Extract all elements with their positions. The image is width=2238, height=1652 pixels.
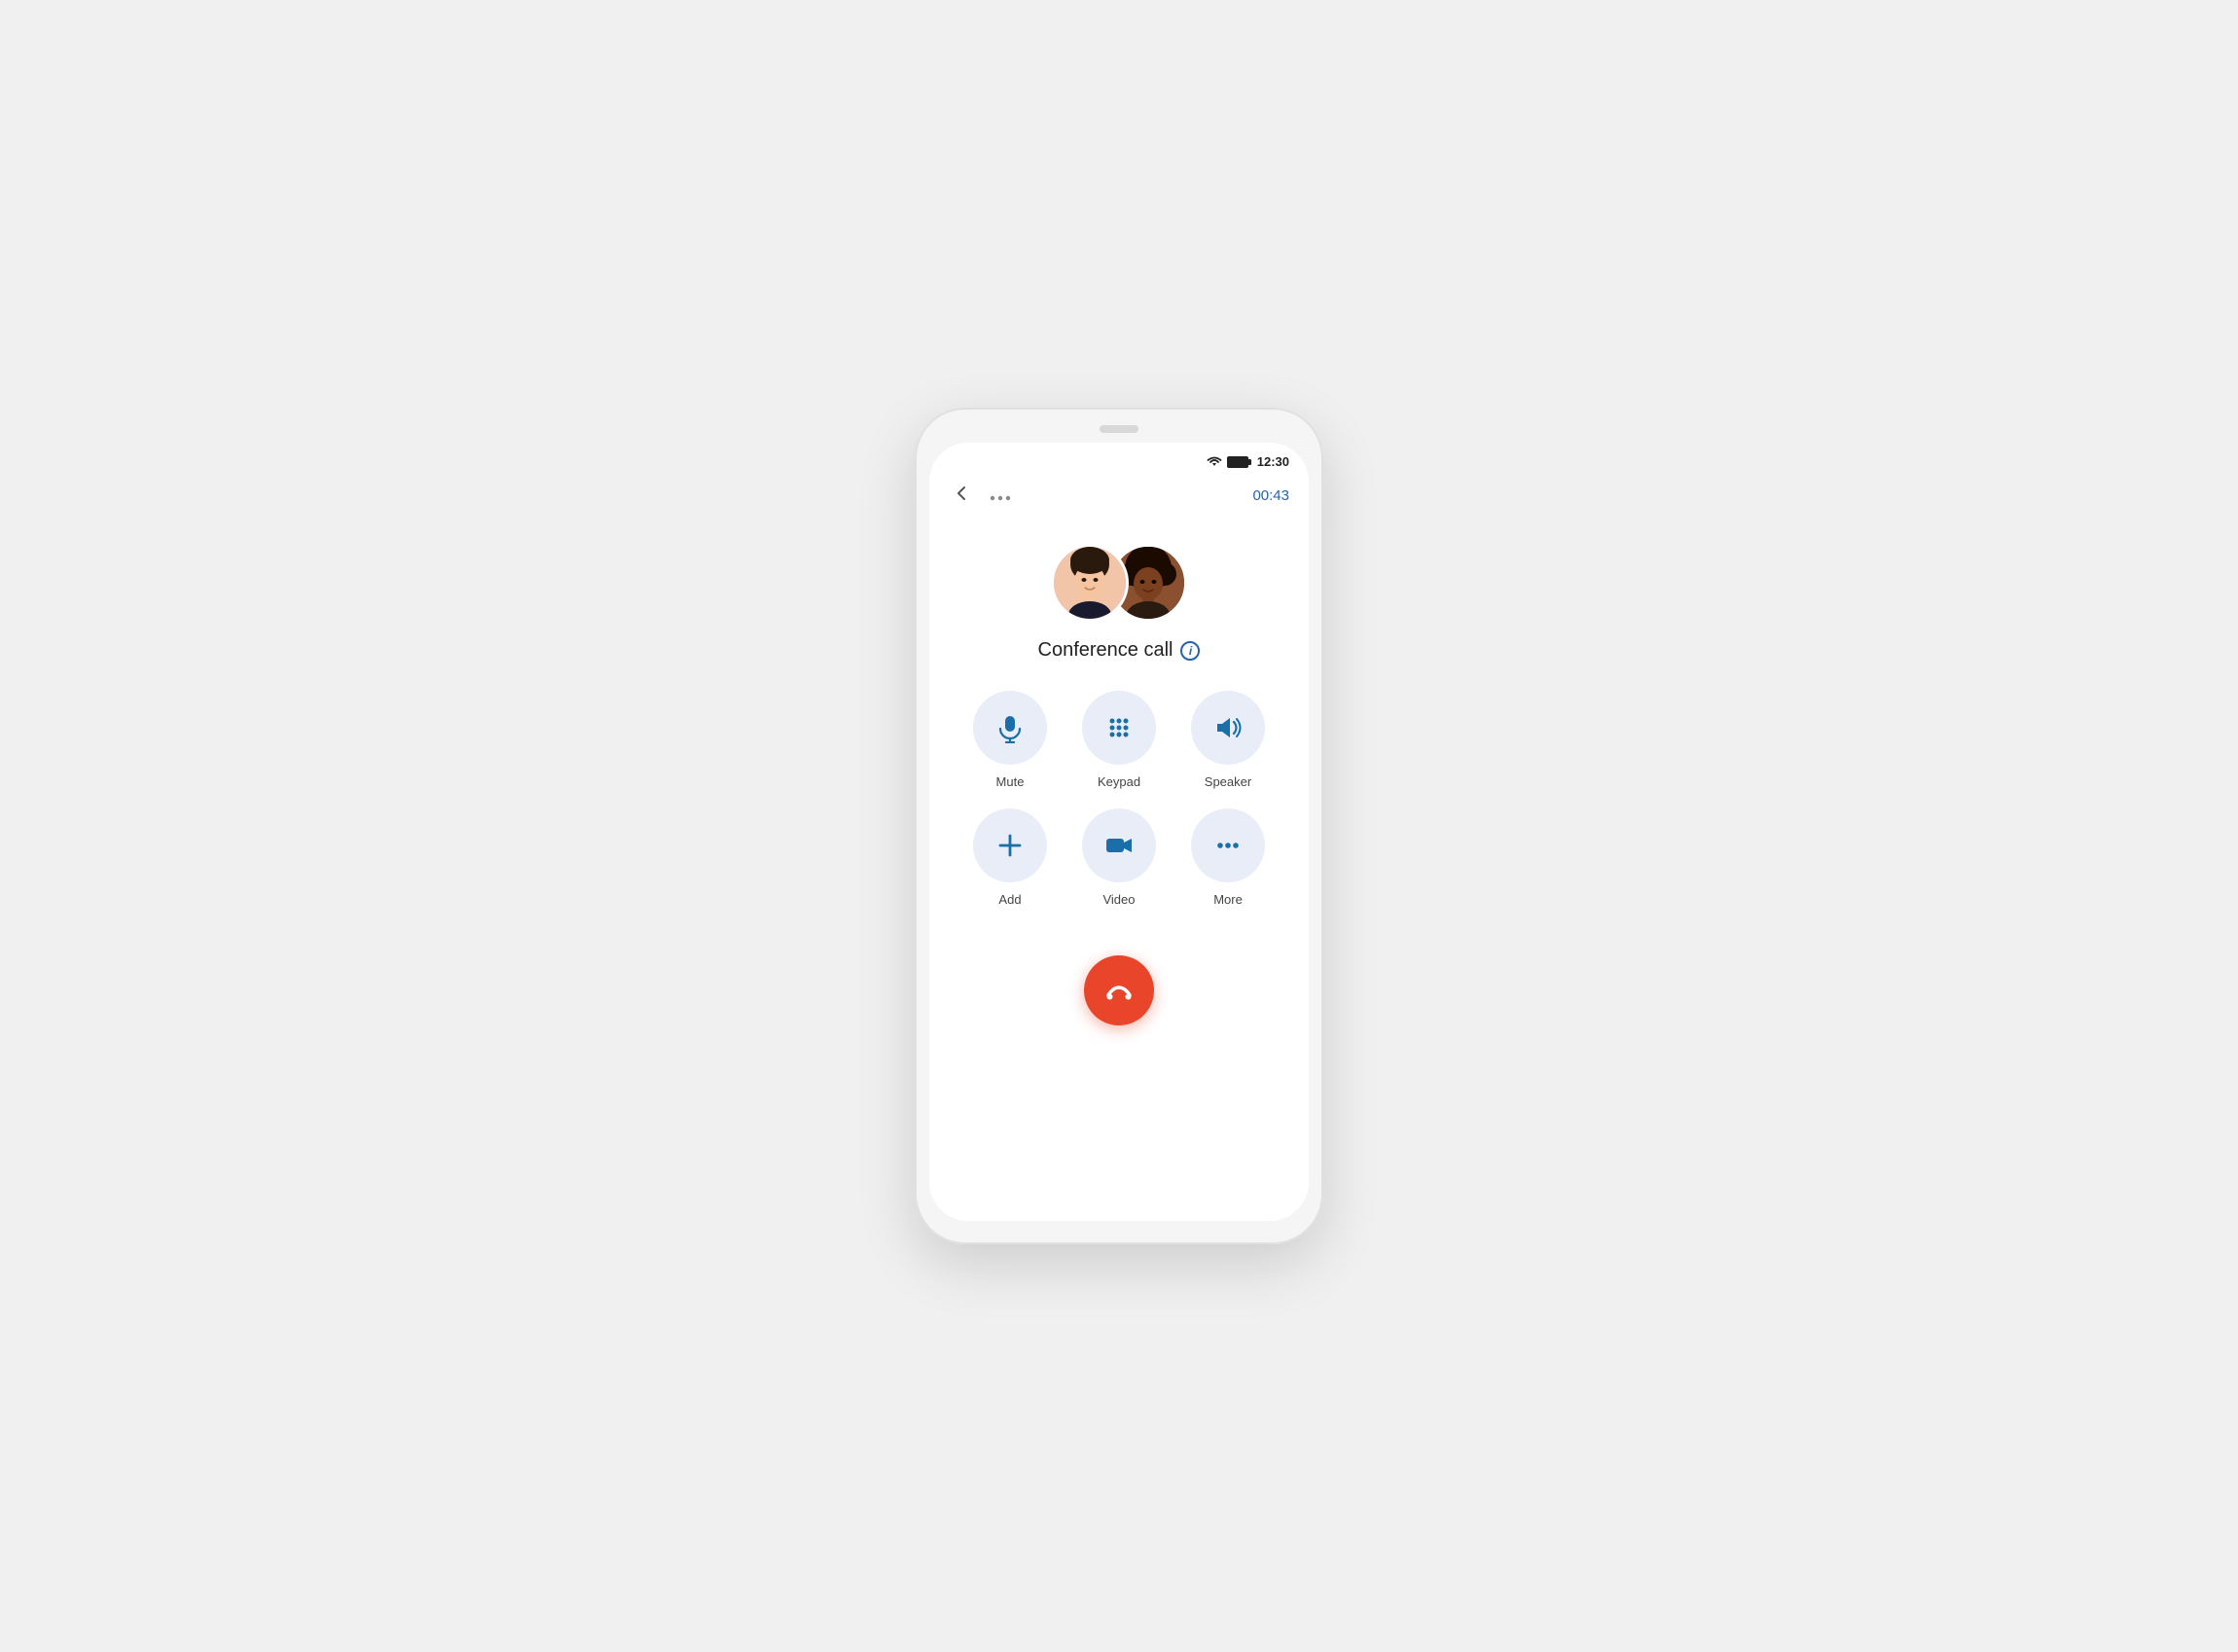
mic-icon bbox=[994, 712, 1026, 743]
status-icons: 12:30 bbox=[1207, 454, 1289, 469]
more-label: More bbox=[1213, 892, 1243, 907]
keypad-button[interactable] bbox=[1082, 691, 1156, 765]
call-timer: 00:43 bbox=[1252, 487, 1289, 504]
keypad-label: Keypad bbox=[1098, 774, 1140, 789]
speaker-button[interactable] bbox=[1191, 691, 1265, 765]
avatars-group bbox=[1051, 544, 1187, 622]
status-bar: 12:30 bbox=[929, 443, 1309, 473]
video-button[interactable] bbox=[1082, 808, 1156, 882]
end-call-button[interactable] bbox=[1084, 955, 1154, 1025]
avatar-1 bbox=[1051, 544, 1129, 622]
phone-device: 12:30 00:43 bbox=[915, 408, 1323, 1244]
wifi-icon bbox=[1207, 456, 1222, 468]
control-item-mute[interactable]: Mute bbox=[963, 691, 1057, 789]
hangup-icon bbox=[1104, 976, 1134, 1005]
keypad-icon bbox=[1103, 712, 1135, 743]
control-item-add[interactable]: Add bbox=[963, 808, 1057, 907]
mute-button[interactable] bbox=[973, 691, 1047, 765]
controls-grid: Mute bbox=[963, 691, 1275, 907]
menu-dots-button[interactable] bbox=[990, 485, 1011, 506]
battery-icon bbox=[1227, 456, 1248, 468]
speaker-label: Speaker bbox=[1205, 774, 1251, 789]
phone-screen: 12:30 00:43 bbox=[929, 443, 1309, 1221]
call-title-row: Conference call i bbox=[1038, 639, 1201, 662]
add-button[interactable] bbox=[973, 808, 1047, 882]
top-bar: 00:43 bbox=[929, 473, 1309, 515]
control-item-video[interactable]: Video bbox=[1072, 808, 1166, 907]
speaker-icon bbox=[1212, 712, 1244, 743]
info-icon[interactable]: i bbox=[1180, 641, 1200, 661]
control-item-keypad[interactable]: Keypad bbox=[1072, 691, 1166, 789]
control-item-speaker[interactable]: Speaker bbox=[1181, 691, 1275, 789]
back-button[interactable] bbox=[949, 481, 974, 511]
phone-notch bbox=[1100, 425, 1138, 433]
top-bar-left bbox=[949, 481, 1011, 511]
control-item-more[interactable]: More bbox=[1181, 808, 1275, 907]
status-time: 12:30 bbox=[1257, 454, 1289, 469]
add-label: Add bbox=[998, 892, 1021, 907]
call-title: Conference call bbox=[1038, 639, 1173, 662]
more-button[interactable] bbox=[1191, 808, 1265, 882]
more-dots-icon bbox=[1212, 830, 1244, 861]
add-icon bbox=[994, 830, 1026, 861]
call-area: Conference call i bbox=[929, 515, 1309, 1221]
video-icon bbox=[1103, 830, 1135, 861]
video-label: Video bbox=[1102, 892, 1135, 907]
mute-label: Mute bbox=[996, 774, 1025, 789]
